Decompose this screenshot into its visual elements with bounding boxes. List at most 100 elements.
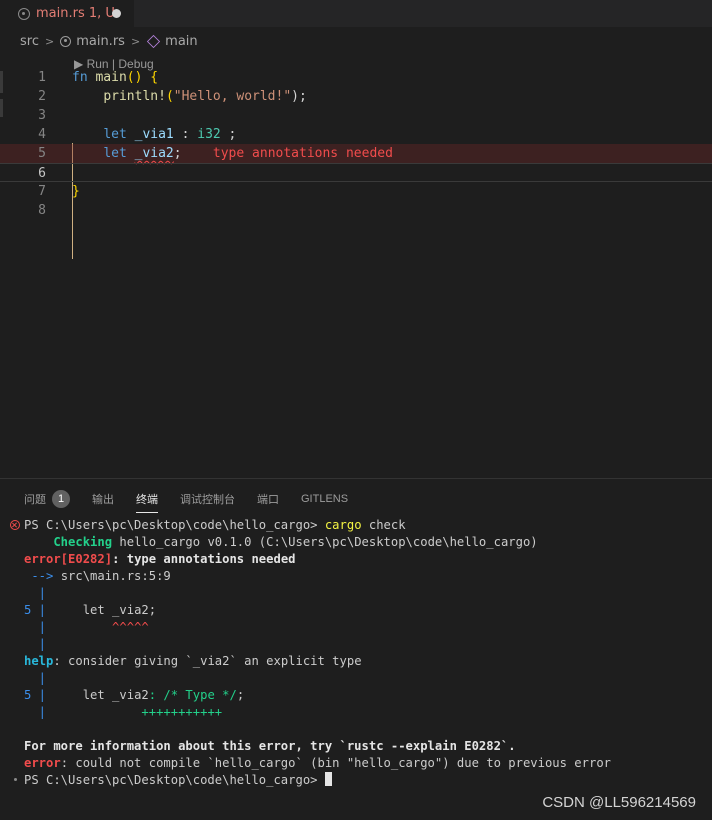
error-code: error[E0282] xyxy=(24,552,113,566)
error-message: : type annotations needed xyxy=(112,552,296,566)
panel-tab-bar: 问题 1 输出 终端 调试控制台 端口 GITLENS xyxy=(24,488,370,513)
code-line: 2 println!("Hello, world!"); xyxy=(0,87,712,106)
close-paren: ); xyxy=(291,89,307,104)
editor-tab-bar: main.rs 1, U xyxy=(0,0,712,27)
terminal-line: | +++++++++++ xyxy=(24,704,222,721)
help-label: help xyxy=(24,654,54,668)
function-name: main xyxy=(95,70,127,85)
tab-gitlens[interactable]: GITLENS xyxy=(301,488,348,510)
bottom-panel: 问题 1 输出 终端 调试控制台 端口 GITLENS PS C:\Users\p… xyxy=(0,478,712,820)
gutter: | xyxy=(24,620,47,634)
tab-label: 输出 xyxy=(92,494,114,506)
tab-output[interactable]: 输出 xyxy=(92,488,114,510)
terminal-line: --> src\main.rs:5:9 xyxy=(24,568,171,585)
status-text: hello_cargo v0.1.0 (C:\Users\pc\Desktop\… xyxy=(112,535,538,549)
code-editor[interactable]: ▶ Run | Debug 1 fn main() { 2 println!("… xyxy=(0,55,712,478)
terminal-line: | xyxy=(24,671,47,685)
location-arrow: --> xyxy=(24,569,61,583)
code-line-error: 5 let _via2; type annotations needed xyxy=(0,144,712,163)
command: cargo xyxy=(324,518,362,532)
type-name: i32 xyxy=(197,127,221,142)
terminal-cursor xyxy=(324,772,332,786)
tab-title: main.rs 1, U xyxy=(36,6,115,21)
semicolon: ; xyxy=(173,146,182,161)
terminal-line: For more information about this error, t… xyxy=(24,739,516,753)
open-brace: { xyxy=(150,70,159,85)
breadcrumb: src > main.rs > main xyxy=(0,27,712,55)
keyword: fn xyxy=(72,70,88,85)
gutter: 5 | xyxy=(24,688,47,702)
tab-label: 端口 xyxy=(257,494,279,506)
error-location[interactable]: src\main.rs:5:9 xyxy=(61,569,171,583)
parens: () xyxy=(126,70,143,85)
terminal-line: | ^^^^^ xyxy=(24,619,149,636)
problems-count-badge: 1 xyxy=(52,490,70,508)
status-word: Checking xyxy=(24,535,113,549)
code-line: 8 xyxy=(0,201,712,220)
line-number: 4 xyxy=(38,127,46,142)
close-brace: } xyxy=(72,184,80,199)
terminal-line: help: consider giving `_via2` an explici… xyxy=(24,653,362,670)
terminal-line: PS C:\Users\pc\Desktop\code\hello_cargo> xyxy=(24,772,332,789)
error-squiggle-variable[interactable]: _via2 xyxy=(135,146,174,161)
tab-terminal[interactable]: 终端 xyxy=(136,488,158,513)
line-number: 6 xyxy=(38,166,46,181)
command-failed-icon[interactable] xyxy=(10,520,20,530)
keyword: let xyxy=(103,146,127,161)
symbol-function-icon xyxy=(147,34,161,48)
line-number: 8 xyxy=(38,203,46,218)
terminal-line: PS C:\Users\pc\Desktop\code\hello_cargo>… xyxy=(24,517,406,534)
rust-file-icon xyxy=(60,35,72,47)
terminal-line: | xyxy=(24,586,47,600)
tab-label: GITLENS xyxy=(301,493,349,505)
code-line: 7 } xyxy=(0,182,712,201)
suggestion-marker: +++++++++++ xyxy=(46,705,223,719)
breadcrumb-symbol[interactable]: main xyxy=(165,34,197,49)
code-line: 3 xyxy=(0,106,712,125)
terminal-line: | xyxy=(24,637,47,651)
tab-debug-console[interactable]: 调试控制台 xyxy=(180,488,235,510)
open-paren: ( xyxy=(165,89,174,104)
macro-name: println! xyxy=(103,89,166,104)
terminal-line: error[E0282]: type annotations needed xyxy=(24,551,296,568)
terminal-line: Checking hello_cargo v0.1.0 (C:\Users\pc… xyxy=(24,534,538,551)
rust-file-icon xyxy=(18,7,30,20)
line-number: 7 xyxy=(38,184,46,199)
colon: : xyxy=(173,127,198,142)
variable: _via1 xyxy=(134,127,174,142)
gutter: | xyxy=(24,705,47,719)
error-carets: ^^^^^ xyxy=(46,620,149,634)
semicolon: ; xyxy=(220,127,237,142)
string-literal: "Hello, world!" xyxy=(173,89,292,104)
chevron-right-icon: > xyxy=(130,34,141,48)
line-number: 1 xyxy=(38,70,46,85)
unsaved-dot-icon[interactable] xyxy=(112,9,121,18)
terminal-line: 5 | let _via2: /* Type */; xyxy=(24,687,244,704)
breadcrumb-folder[interactable]: src xyxy=(20,34,39,49)
line-number: 2 xyxy=(38,89,46,104)
prompt: PS C:\Users\pc\Desktop\code\hello_cargo> xyxy=(24,518,325,532)
tab-problems[interactable]: 问题 1 xyxy=(24,488,70,510)
command-arg: check xyxy=(361,518,406,532)
tab-label: 终端 xyxy=(136,494,158,506)
line-number: 3 xyxy=(38,108,46,123)
tab-label: 问题 xyxy=(24,494,46,506)
line-number: 5 xyxy=(38,146,46,161)
gutter: 5 | xyxy=(24,603,47,617)
error-message: : could not compile `hello_cargo` (bin "… xyxy=(60,756,611,770)
error-label: error xyxy=(24,756,61,770)
chevron-right-icon: > xyxy=(44,34,55,48)
keyword: let xyxy=(103,127,127,142)
tab-label: 调试控制台 xyxy=(180,494,235,506)
terminal-line: 5 | let _via2; xyxy=(24,602,156,619)
terminal-line: error: could not compile `hello_cargo` (… xyxy=(24,755,611,772)
command-decoration-icon[interactable] xyxy=(14,778,17,781)
watermark: CSDN @LL596214569 xyxy=(542,794,696,811)
inline-error-message: type annotations needed xyxy=(212,146,393,161)
source-snippet: let _via2; xyxy=(46,603,157,617)
code-line-current: 6 xyxy=(0,163,712,182)
tab-main-rs[interactable]: main.rs 1, U xyxy=(0,0,134,27)
tab-ports[interactable]: 端口 xyxy=(257,488,279,510)
source-snippet: let _via2 xyxy=(46,688,149,702)
breadcrumb-file[interactable]: main.rs xyxy=(76,34,125,49)
